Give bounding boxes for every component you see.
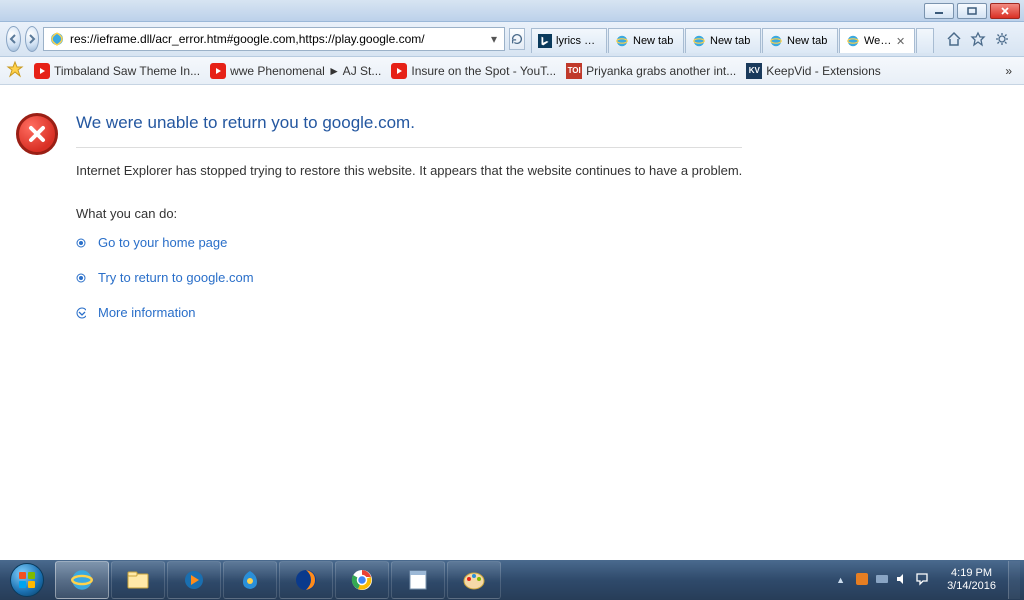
start-button[interactable]	[0, 560, 54, 600]
refresh-button[interactable]	[509, 28, 525, 50]
address-dropdown-icon[interactable]: ▾	[486, 29, 502, 49]
address-bar[interactable]: ▾	[43, 27, 505, 51]
maximize-button[interactable]	[957, 3, 987, 19]
favorites-icon[interactable]	[970, 31, 986, 47]
favorite-label: Timbaland Saw Theme In...	[54, 64, 200, 78]
favorite-label: KeepVid - Extensions	[766, 64, 881, 78]
taskbar-paint[interactable]	[447, 561, 501, 599]
window-titlebar	[0, 0, 1024, 22]
error-title: We were unable to return you to google.c…	[76, 113, 742, 148]
show-desktop-button[interactable]	[1008, 561, 1020, 599]
favorite-label: Insure on the Spot - YouT...	[411, 64, 556, 78]
ie-favicon-icon	[49, 31, 65, 47]
favorite-label: Priyanka grabs another int...	[586, 64, 736, 78]
tab-label: New tab	[710, 35, 750, 47]
taskbar-app-1[interactable]	[223, 561, 277, 599]
favorite-item-3[interactable]: TOI Priyanka grabs another int...	[566, 63, 736, 79]
tray-action-center-icon[interactable]	[915, 572, 929, 589]
address-input[interactable]	[68, 29, 486, 49]
retry-link[interactable]: Try to return to google.com	[98, 270, 254, 285]
clock-date: 3/14/2016	[947, 580, 996, 593]
tab-label: New tab	[633, 35, 673, 47]
go-home-link[interactable]: Go to your home page	[98, 235, 227, 250]
page-content: We were unable to return you to google.c…	[0, 85, 1024, 340]
youtube-icon	[210, 63, 226, 79]
taskbar-wmp[interactable]	[167, 561, 221, 599]
bullet-icon	[76, 238, 86, 248]
favorite-label: wwe Phenomenal ► AJ St...	[230, 64, 381, 78]
home-icon[interactable]	[946, 31, 962, 47]
youtube-icon	[391, 63, 407, 79]
browser-controls	[938, 31, 1018, 47]
taskbar-explorer[interactable]	[111, 561, 165, 599]
favorites-bar: Timbaland Saw Theme In... wwe Phenomenal…	[0, 57, 1024, 85]
toi-icon: TOI	[566, 63, 582, 79]
tab-label: Web...	[864, 35, 892, 47]
new-tab-button[interactable]	[916, 28, 934, 53]
tab-strip: lyrics + ... New tab New tab New tab Web…	[531, 25, 934, 53]
ie-icon	[769, 34, 783, 48]
back-button[interactable]	[6, 26, 21, 52]
taskbar-firefox[interactable]	[279, 561, 333, 599]
close-button[interactable]	[990, 3, 1020, 19]
taskbar-notepad[interactable]	[391, 561, 445, 599]
favorite-item-0[interactable]: Timbaland Saw Theme In...	[34, 63, 200, 79]
system-tray: ▲ 4:19 PM 3/14/2016	[836, 560, 1024, 600]
error-subheading: What you can do:	[76, 206, 742, 221]
more-info-link[interactable]: More information	[98, 305, 196, 320]
clock-time: 4:19 PM	[947, 567, 996, 580]
ie-icon	[615, 34, 629, 48]
bing-icon	[538, 34, 552, 48]
taskbar-clock[interactable]: 4:19 PM 3/14/2016	[939, 567, 1004, 593]
tray-show-hidden-icon[interactable]: ▲	[836, 575, 845, 585]
add-favorite-icon[interactable]	[6, 60, 24, 81]
tab-0[interactable]: lyrics + ...	[531, 28, 607, 53]
ie-icon	[846, 34, 860, 48]
favorite-item-1[interactable]: wwe Phenomenal ► AJ St...	[210, 63, 381, 79]
favorite-item-2[interactable]: Insure on the Spot - YouT...	[391, 63, 556, 79]
taskbar-chrome[interactable]	[335, 561, 389, 599]
expand-icon[interactable]	[76, 308, 86, 318]
tab-4-active[interactable]: Web... ✕	[839, 28, 915, 53]
tools-icon[interactable]	[994, 31, 1010, 47]
error-message: Internet Explorer has stopped trying to …	[76, 162, 742, 180]
tab-1[interactable]: New tab	[608, 28, 684, 53]
tray-volume-icon[interactable]	[895, 572, 909, 589]
navigation-bar: ▾ lyrics + ... New tab New tab New tab W…	[0, 22, 1024, 57]
favorite-item-4[interactable]: KV KeepVid - Extensions	[746, 63, 881, 79]
tab-close-icon[interactable]: ✕	[896, 35, 908, 47]
tab-3[interactable]: New tab	[762, 28, 838, 53]
favorites-overflow-icon[interactable]: »	[999, 64, 1018, 78]
bullet-icon	[76, 273, 86, 283]
tab-label: lyrics + ...	[556, 35, 600, 47]
tab-label: New tab	[787, 35, 827, 47]
forward-button[interactable]	[25, 26, 40, 52]
tray-icon-1[interactable]	[855, 572, 869, 589]
keepvid-icon: KV	[746, 63, 762, 79]
minimize-button[interactable]	[924, 3, 954, 19]
ie-icon	[692, 34, 706, 48]
tray-icon-2[interactable]	[875, 572, 889, 589]
tab-2[interactable]: New tab	[685, 28, 761, 53]
youtube-icon	[34, 63, 50, 79]
taskbar: ▲ 4:19 PM 3/14/2016	[0, 560, 1024, 600]
taskbar-ie[interactable]	[55, 561, 109, 599]
error-icon	[16, 113, 58, 155]
